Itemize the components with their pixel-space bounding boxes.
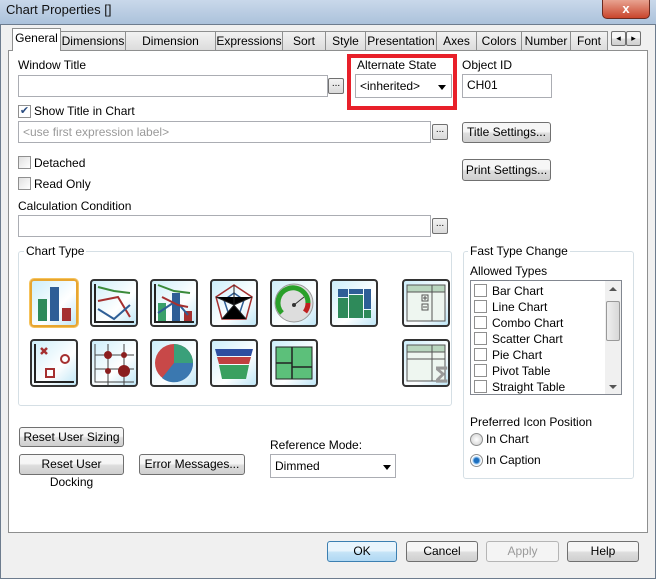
- alternate-state-value: <inherited>: [360, 79, 421, 93]
- tab-sort[interactable]: Sort: [282, 31, 326, 50]
- fast-type-change-label: Fast Type Change: [468, 244, 570, 258]
- cancel-button[interactable]: Cancel: [406, 541, 478, 562]
- tab-colors[interactable]: Colors: [476, 31, 522, 50]
- in-caption-radio[interactable]: [470, 454, 483, 467]
- mekko-chart-icon[interactable]: [330, 279, 378, 327]
- scrollbar-thumb[interactable]: [606, 301, 620, 341]
- allowed-types-label: Allowed Types: [470, 264, 548, 278]
- radar-chart-icon[interactable]: [210, 279, 258, 327]
- tab-expressions[interactable]: Expressions: [215, 31, 283, 50]
- preferred-icon-label: Preferred Icon Position: [470, 415, 593, 429]
- checkbox[interactable]: [474, 332, 487, 345]
- combo-chart-icon[interactable]: [150, 279, 198, 327]
- straight-table-icon[interactable]: Σ: [402, 339, 450, 389]
- object-id-input[interactable]: CH01: [462, 74, 552, 98]
- allowed-types-list: Bar Chart Line Chart Combo Chart Scatter…: [470, 280, 622, 395]
- tab-scroll-left-button[interactable]: ◂: [611, 31, 626, 46]
- gauge-chart-icon[interactable]: [270, 279, 318, 327]
- checkbox[interactable]: [474, 300, 487, 313]
- line-chart-icon[interactable]: [90, 279, 138, 327]
- help-button[interactable]: Help: [567, 541, 639, 562]
- print-settings-button[interactable]: Print Settings...: [462, 159, 551, 181]
- read-only-label: Read Only: [34, 177, 91, 191]
- window-title-label: Window Title: [18, 58, 87, 72]
- show-title-checkbox[interactable]: ✔: [18, 105, 31, 118]
- list-scrollbar[interactable]: [605, 281, 621, 394]
- title-expression-button[interactable]: ...: [432, 124, 448, 140]
- object-id-label: Object ID: [462, 58, 513, 72]
- checkbox[interactable]: [474, 348, 487, 361]
- scroll-up-icon[interactable]: [609, 287, 617, 291]
- reference-mode-label: Reference Mode:: [270, 438, 363, 452]
- tab-font[interactable]: Font: [570, 31, 608, 50]
- reference-mode-value: Dimmed: [275, 459, 320, 473]
- tab-dimensions[interactable]: Dimensions: [60, 31, 126, 50]
- reference-mode-select[interactable]: Dimmed: [270, 454, 396, 478]
- window-title-input[interactable]: [18, 75, 328, 97]
- close-button[interactable]: x: [602, 0, 650, 19]
- bar-chart-icon[interactable]: [30, 279, 78, 327]
- tab-presentation[interactable]: Presentation: [365, 31, 437, 50]
- chevron-down-icon: [438, 85, 446, 90]
- title-input[interactable]: <use first expression label>: [18, 121, 431, 143]
- chevron-down-icon: [383, 465, 391, 470]
- title-settings-button[interactable]: Title Settings...: [462, 122, 551, 143]
- window-title-expression-button[interactable]: ...: [328, 78, 344, 94]
- checkbox[interactable]: [474, 284, 487, 297]
- in-chart-radio[interactable]: [470, 433, 483, 446]
- checkbox[interactable]: [474, 364, 487, 377]
- tab-number[interactable]: Number: [521, 31, 571, 50]
- tab-style[interactable]: Style: [325, 31, 366, 50]
- read-only-checkbox[interactable]: [18, 177, 31, 190]
- in-chart-label: In Chart: [486, 432, 529, 446]
- tab-axes[interactable]: Axes: [436, 31, 477, 50]
- scatter-chart-icon[interactable]: [30, 339, 78, 387]
- window-title: Chart Properties []: [6, 2, 112, 17]
- detached-checkbox[interactable]: [18, 156, 31, 169]
- ok-button[interactable]: OK: [327, 541, 397, 562]
- scroll-down-icon[interactable]: [609, 385, 617, 389]
- calc-condition-expression-button[interactable]: ...: [432, 218, 448, 234]
- svg-text:Σ: Σ: [434, 364, 448, 385]
- checkbox[interactable]: [474, 316, 487, 329]
- tab-general[interactable]: General: [12, 28, 61, 51]
- grid-chart-icon[interactable]: [90, 339, 138, 387]
- chart-type-label: Chart Type: [24, 244, 87, 258]
- calc-condition-label: Calculation Condition: [18, 199, 132, 213]
- tab-dimension-limits[interactable]: Dimension Limits: [125, 31, 216, 66]
- tab-scroll-right-button[interactable]: ▸: [626, 31, 641, 46]
- checkbox[interactable]: [474, 380, 487, 393]
- reset-user-sizing-button[interactable]: Reset User Sizing: [19, 427, 124, 447]
- funnel-chart-icon[interactable]: [210, 339, 258, 387]
- pivot-table-icon[interactable]: [402, 279, 450, 327]
- detached-label: Detached: [34, 156, 86, 170]
- alternate-state-label: Alternate State: [357, 58, 437, 72]
- show-title-label: Show Title in Chart: [34, 104, 135, 118]
- block-chart-icon[interactable]: [270, 339, 318, 387]
- reset-user-docking-button[interactable]: Reset User Docking: [19, 454, 124, 489]
- in-caption-label: In Caption: [486, 453, 541, 467]
- apply-button[interactable]: Apply: [486, 541, 559, 562]
- calc-condition-input[interactable]: [18, 215, 431, 237]
- pie-chart-icon[interactable]: [150, 339, 198, 387]
- error-messages-button[interactable]: Error Messages...: [139, 454, 245, 475]
